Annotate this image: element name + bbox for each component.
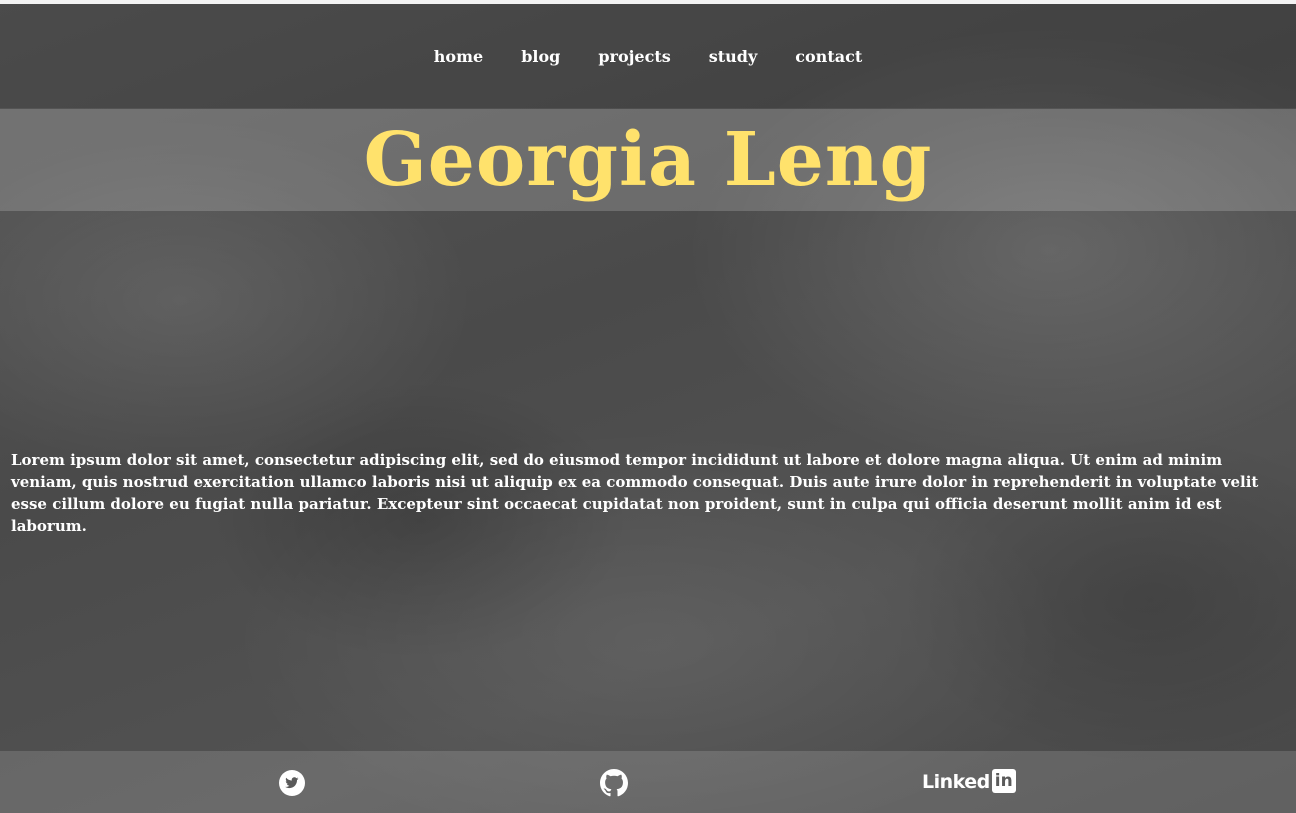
page-title: Georgia Leng bbox=[363, 117, 933, 203]
nav-blog-link[interactable]: blog bbox=[521, 47, 560, 67]
footer-bar bbox=[0, 751, 1296, 813]
nav-links: home blog projects study contact bbox=[0, 47, 1296, 67]
linkedin-badge-icon: in bbox=[991, 769, 1016, 793]
linkedin-logo: Linked bbox=[922, 771, 990, 793]
top-navigation: home blog projects study contact bbox=[0, 4, 1296, 108]
twitter-link[interactable] bbox=[278, 769, 306, 797]
twitter-icon bbox=[279, 770, 305, 796]
nav-contact-link[interactable]: contact bbox=[795, 47, 862, 67]
intro-paragraph: Lorem ipsum dolor sit amet, consectetur … bbox=[11, 451, 1259, 535]
nav-projects-link[interactable]: projects bbox=[598, 47, 670, 67]
nav-home-link[interactable]: home bbox=[434, 47, 483, 67]
github-link[interactable] bbox=[600, 769, 628, 797]
linkedin-link[interactable]: Linked in bbox=[922, 769, 1018, 797]
nav-study-link[interactable]: study bbox=[709, 47, 758, 67]
github-icon bbox=[600, 769, 628, 797]
